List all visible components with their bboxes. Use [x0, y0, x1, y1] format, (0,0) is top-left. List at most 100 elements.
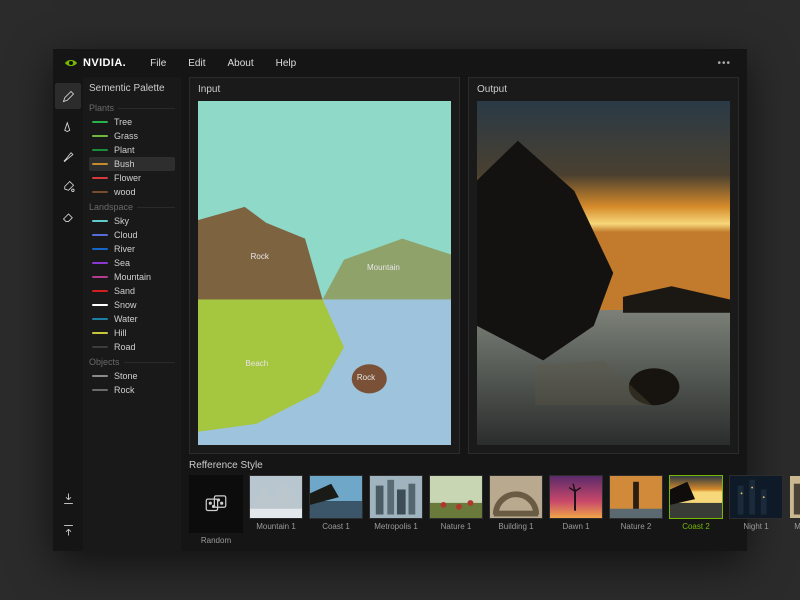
tool-pen[interactable]	[55, 113, 81, 139]
palette-item-rock[interactable]: Rock	[89, 383, 175, 397]
palette-item-label: wood	[114, 187, 136, 197]
palette-item-tree[interactable]: Tree	[89, 115, 175, 129]
thumbnail-image	[789, 475, 800, 519]
random-style-button[interactable]	[189, 475, 243, 533]
thumbnail-image	[729, 475, 783, 519]
thumbnail-label: Dawn 1	[562, 522, 589, 531]
semantic-palette: Sementic Palette PlantsTreeGrassPlantBus…	[83, 77, 181, 551]
thumbnail-label: Building 1	[498, 522, 533, 531]
palette-item-sea[interactable]: Sea	[89, 256, 175, 270]
thumbnail-label: Nature 1	[441, 522, 472, 531]
random-style-label: Random	[201, 536, 231, 545]
reference-thumb-nature-1[interactable]: Nature 1	[429, 475, 483, 531]
swatch-icon	[92, 375, 108, 377]
reference-thumb-nature-2[interactable]: Nature 2	[609, 475, 663, 531]
output-panel-title: Output	[469, 78, 738, 101]
palette-item-label: Sand	[114, 286, 135, 296]
thumbnail-image	[669, 475, 723, 519]
canvas-label-rock: Rock	[249, 252, 271, 261]
palette-item-label: Plant	[114, 145, 135, 155]
tool-marker[interactable]	[55, 143, 81, 169]
swatch-icon	[92, 304, 108, 306]
reference-style-title: Refference Style	[189, 460, 739, 471]
menubar: NVIDIA. File Edit About Help •••	[53, 49, 747, 77]
swatch-icon	[92, 220, 108, 222]
palette-item-stone[interactable]: Stone	[89, 369, 175, 383]
thumbnail-label: Coast 1	[322, 522, 350, 531]
palette-item-bush[interactable]: Bush	[89, 157, 175, 171]
thumbnail-label: Night 1	[743, 522, 768, 531]
reference-thumb-metropolis-1[interactable]: Metropolis 1	[369, 475, 423, 531]
palette-item-label: Tree	[114, 117, 132, 127]
tool-pencil[interactable]	[55, 83, 81, 109]
tool-strip	[53, 77, 83, 551]
reference-thumb-mountain-1[interactable]: Mountain 1	[249, 475, 303, 531]
menu-about[interactable]: About	[220, 54, 262, 73]
palette-item-label: Flower	[114, 173, 141, 183]
palette-item-label: River	[114, 244, 135, 254]
reference-thumb-coast-2[interactable]: Coast 2	[669, 475, 723, 531]
palette-item-label: Stone	[114, 371, 138, 381]
menu-help[interactable]: Help	[268, 54, 305, 73]
thumbnail-image	[549, 475, 603, 519]
reference-thumb-building-1[interactable]: Building 1	[489, 475, 543, 531]
input-panel-title: Input	[190, 78, 459, 101]
app-window: NVIDIA. File Edit About Help •••	[53, 49, 747, 551]
palette-item-mountain[interactable]: Mountain	[89, 270, 175, 284]
palette-item-plant[interactable]: Plant	[89, 143, 175, 157]
menu-file[interactable]: File	[142, 54, 174, 73]
palette-item-label: Cloud	[114, 230, 138, 240]
tray	[53, 485, 83, 551]
reference-style-panel: Refference Style Random Mountain 1 Coast 1…	[181, 454, 747, 551]
palette-item-hill[interactable]: Hill	[89, 326, 175, 340]
palette-item-grass[interactable]: Grass	[89, 129, 175, 143]
palette-item-label: Sea	[114, 258, 130, 268]
palette-item-flower[interactable]: Flower	[89, 171, 175, 185]
palette-item-sand[interactable]: Sand	[89, 284, 175, 298]
thumbnail-label: Metropolis 2	[794, 522, 800, 531]
palette-item-label: Grass	[114, 131, 138, 141]
palette-item-sky[interactable]: Sky	[89, 214, 175, 228]
reference-thumb-coast-1[interactable]: Coast 1	[309, 475, 363, 531]
palette-item-label: Hill	[114, 328, 127, 338]
palette-group-landspace: Landspace	[89, 199, 175, 214]
palette-item-river[interactable]: River	[89, 242, 175, 256]
brand-name: NVIDIA.	[83, 57, 126, 69]
swatch-icon	[92, 389, 108, 391]
palette-item-water[interactable]: Water	[89, 312, 175, 326]
download-button[interactable]	[55, 485, 81, 511]
tool-eraser[interactable]	[55, 203, 81, 229]
more-button[interactable]: •••	[711, 54, 737, 73]
upload-button[interactable]	[55, 517, 81, 543]
input-panel: Input Rock Mountain Beach	[189, 77, 460, 454]
palette-item-label: Road	[114, 342, 136, 352]
thumbnail-image	[369, 475, 423, 519]
palette-item-label: Water	[114, 314, 138, 324]
reference-thumb-dawn-1[interactable]: Dawn 1	[549, 475, 603, 531]
palette-item-snow[interactable]: Snow	[89, 298, 175, 312]
palette-item-cloud[interactable]: Cloud	[89, 228, 175, 242]
swatch-icon	[92, 346, 108, 348]
thumbnail-label: Mountain 1	[256, 522, 296, 531]
swatch-icon	[92, 163, 108, 165]
thumbnail-label: Metropolis 1	[374, 522, 418, 531]
palette-item-label: Bush	[114, 159, 135, 169]
stage: Input Rock Mountain Beach	[181, 77, 747, 551]
output-panel: Output	[468, 77, 739, 454]
thumbnail-image	[609, 475, 663, 519]
output-canvas	[477, 101, 730, 445]
reference-thumb-metropolis-2[interactable]: Metropolis 2	[789, 475, 800, 531]
input-canvas[interactable]: Rock Mountain Beach Rock	[198, 101, 451, 445]
tool-bucket[interactable]	[55, 173, 81, 199]
palette-item-road[interactable]: Road	[89, 340, 175, 354]
menu-edit[interactable]: Edit	[180, 54, 213, 73]
swatch-icon	[92, 177, 108, 179]
palette-group-plants: Plants	[89, 100, 175, 115]
thumbnail-image	[249, 475, 303, 519]
palette-group-objects: Objects	[89, 354, 175, 369]
swatch-icon	[92, 276, 108, 278]
canvas-label-mountain: Mountain	[365, 263, 402, 272]
palette-item-wood[interactable]: wood	[89, 185, 175, 199]
swatch-icon	[92, 318, 108, 320]
reference-thumb-night-1[interactable]: Night 1	[729, 475, 783, 531]
